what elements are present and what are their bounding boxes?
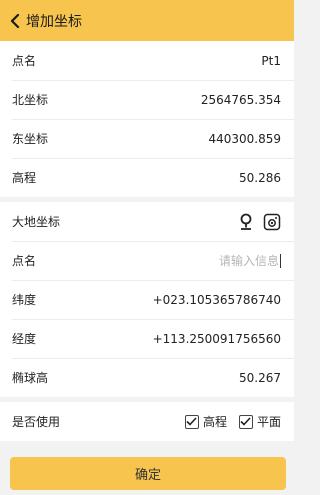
geodetic-section: 大地坐标 点名 请输入信息 纬度 +023.105365786740 经度 +1…	[0, 202, 294, 397]
elevation-value: 50.286	[239, 170, 281, 185]
elevation-row[interactable]: 高程 50.286	[0, 158, 294, 197]
point-name-input[interactable]	[159, 253, 279, 268]
usage-row: 是否使用 高程 平面	[0, 402, 294, 441]
longitude-row[interactable]: 经度 +113.250091756560	[0, 319, 294, 358]
text-cursor	[280, 253, 281, 268]
app-header: 增加坐标	[0, 0, 294, 41]
usage-section: 是否使用 高程 平面	[0, 402, 294, 441]
usage-label: 是否使用	[12, 415, 61, 429]
page-title: 增加坐标	[26, 13, 82, 30]
north-coordinate-value: 2564765.354	[200, 92, 281, 107]
use-plane-checkbox[interactable]: 平面	[238, 413, 281, 430]
geodetic-point-name-row[interactable]: 点名	[0, 241, 294, 280]
checkbox-box[interactable]	[184, 414, 199, 429]
checkbox-box[interactable]	[238, 414, 253, 429]
north-coordinate-row[interactable]: 北坐标 2564765.354	[0, 80, 294, 119]
east-coordinate-label: 东坐标	[12, 132, 49, 146]
confirm-button[interactable]: 确定	[10, 457, 286, 490]
geodetic-header-row: 大地坐标	[0, 202, 294, 241]
check-icon	[240, 417, 252, 426]
check-icon	[186, 417, 198, 426]
ellipsoid-height-row[interactable]: 椭球高 50.267	[0, 358, 294, 397]
east-coordinate-value: 440300.859	[208, 131, 281, 146]
ellipsoid-height-label: 椭球高	[12, 371, 49, 385]
point-name-label: 点名	[12, 54, 37, 68]
elevation-label: 高程	[12, 171, 37, 185]
latitude-label: 纬度	[12, 293, 37, 307]
point-name-row[interactable]: 点名 Pt1	[0, 41, 294, 80]
latitude-row[interactable]: 纬度 +023.105365786740	[0, 280, 294, 319]
use-plane-label: 平面	[256, 415, 281, 429]
geodetic-point-name-label: 点名	[12, 254, 37, 268]
coordinate-section: 点名 Pt1 北坐标 2564765.354 东坐标 440300.859 高程…	[0, 41, 294, 197]
longitude-label: 经度	[12, 332, 37, 346]
location-pin-icon[interactable]	[239, 213, 253, 231]
latitude-value: +023.105365786740	[152, 292, 281, 307]
use-elevation-label: 高程	[202, 415, 227, 429]
point-name-value: Pt1	[261, 53, 281, 68]
chevron-left-icon	[10, 13, 20, 28]
geodetic-title: 大地坐标	[12, 215, 61, 229]
east-coordinate-row[interactable]: 东坐标 440300.859	[0, 119, 294, 158]
ellipsoid-height-value: 50.267	[239, 370, 281, 385]
use-elevation-checkbox[interactable]: 高程	[184, 413, 227, 430]
north-coordinate-label: 北坐标	[12, 93, 49, 107]
longitude-value: +113.250091756560	[152, 331, 281, 346]
back-button[interactable]	[4, 0, 26, 41]
device-location-icon[interactable]	[263, 213, 281, 231]
